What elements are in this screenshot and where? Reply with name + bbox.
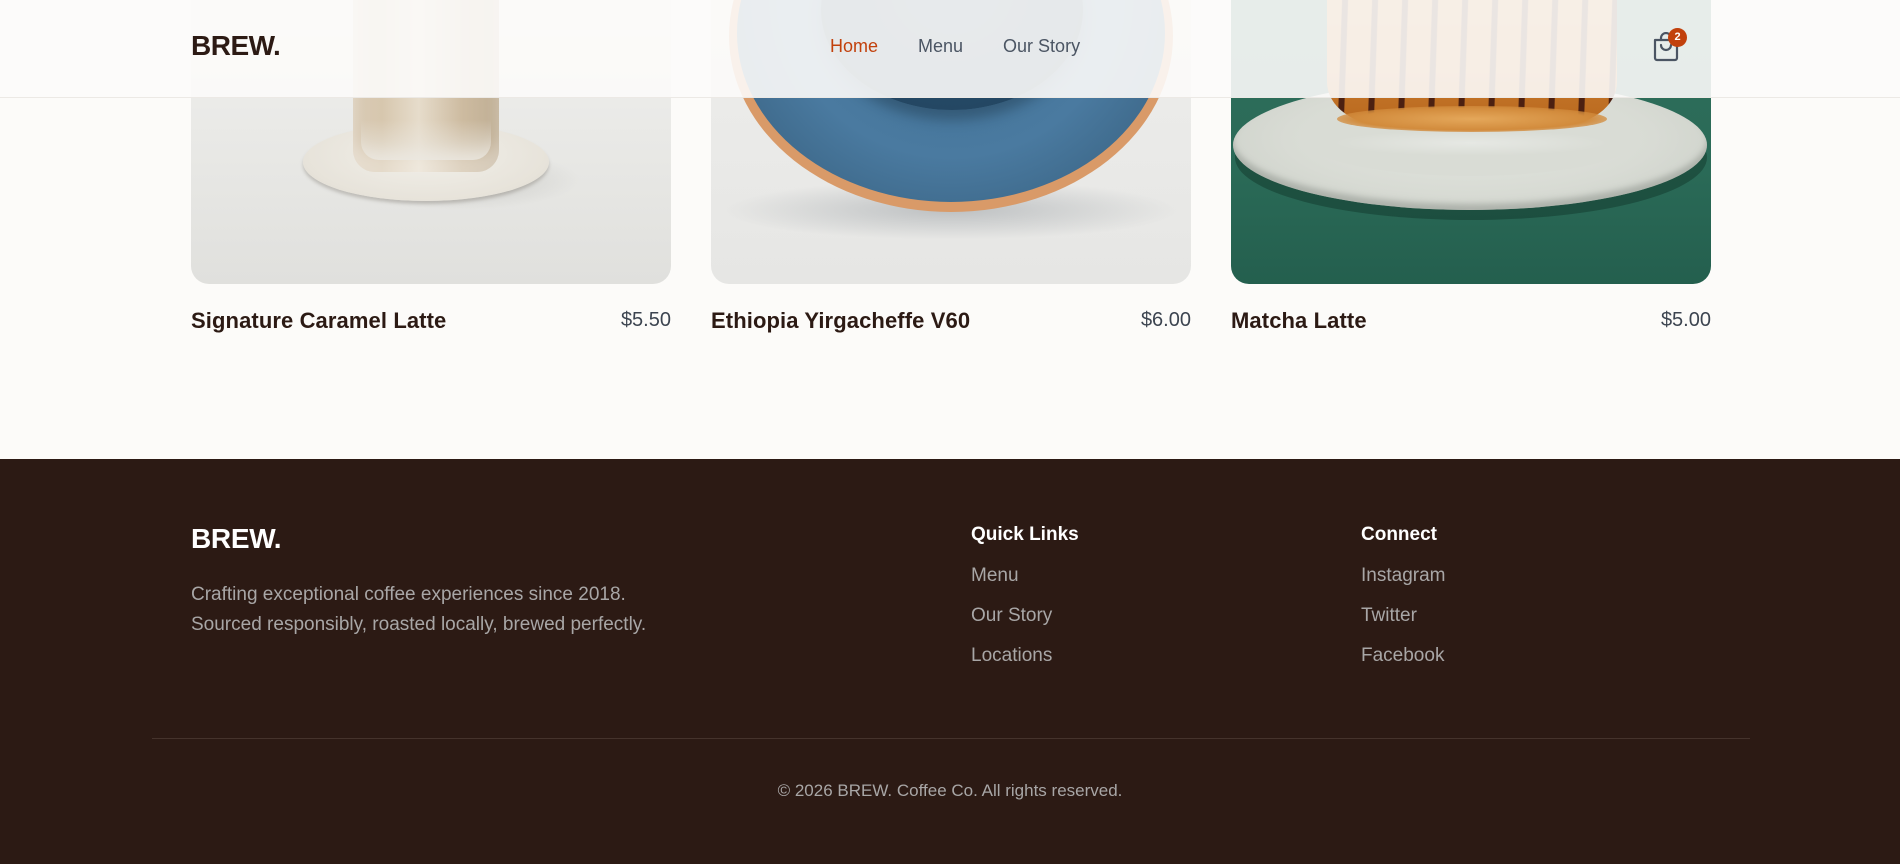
footer-divider xyxy=(152,738,1750,739)
site-header: BREW. Home Menu Our Story 2 xyxy=(0,0,1900,98)
footer-link-instagram[interactable]: Instagram xyxy=(1361,564,1445,587)
brand-logo[interactable]: BREW. xyxy=(191,30,281,62)
footer-link-twitter[interactable]: Twitter xyxy=(1361,604,1445,627)
site-footer: BREW. Crafting exceptional coffee experi… xyxy=(0,459,1900,864)
product-name[interactable]: Signature Caramel Latte xyxy=(191,308,446,334)
product-price: $5.50 xyxy=(620,309,671,331)
product-price: $6.00 xyxy=(1140,309,1191,331)
quick-links-heading: Quick Links xyxy=(971,524,1079,545)
quick-links-column: Quick Links Menu Our Story Locations xyxy=(971,524,1079,684)
product-name[interactable]: Ethiopia Yirgacheffe V60 xyxy=(711,308,970,334)
product-price: $5.00 xyxy=(1660,309,1711,331)
connect-column: Connect Instagram Twitter Facebook xyxy=(1361,524,1445,684)
footer-link-facebook[interactable]: Facebook xyxy=(1361,644,1445,667)
nav-menu-link[interactable]: Menu xyxy=(918,36,963,57)
footer-link-our-story[interactable]: Our Story xyxy=(971,604,1079,627)
product-name[interactable]: Matcha Latte xyxy=(1231,308,1367,334)
footer-link-menu[interactable]: Menu xyxy=(971,564,1079,587)
cart-count-badge: 2 xyxy=(1668,28,1687,47)
nav-our-story-link[interactable]: Our Story xyxy=(1003,36,1080,57)
copyright-text: © 2026 BREW. Coffee Co. All rights reser… xyxy=(777,781,1123,800)
connect-heading: Connect xyxy=(1361,524,1437,545)
footer-logo: BREW. xyxy=(191,523,282,554)
main-nav: Home Menu Our Story xyxy=(830,36,1080,57)
footer-description: Crafting exceptional coffee experiences … xyxy=(191,584,647,635)
nav-home-link[interactable]: Home xyxy=(830,36,878,57)
footer-link-locations[interactable]: Locations xyxy=(971,644,1079,667)
